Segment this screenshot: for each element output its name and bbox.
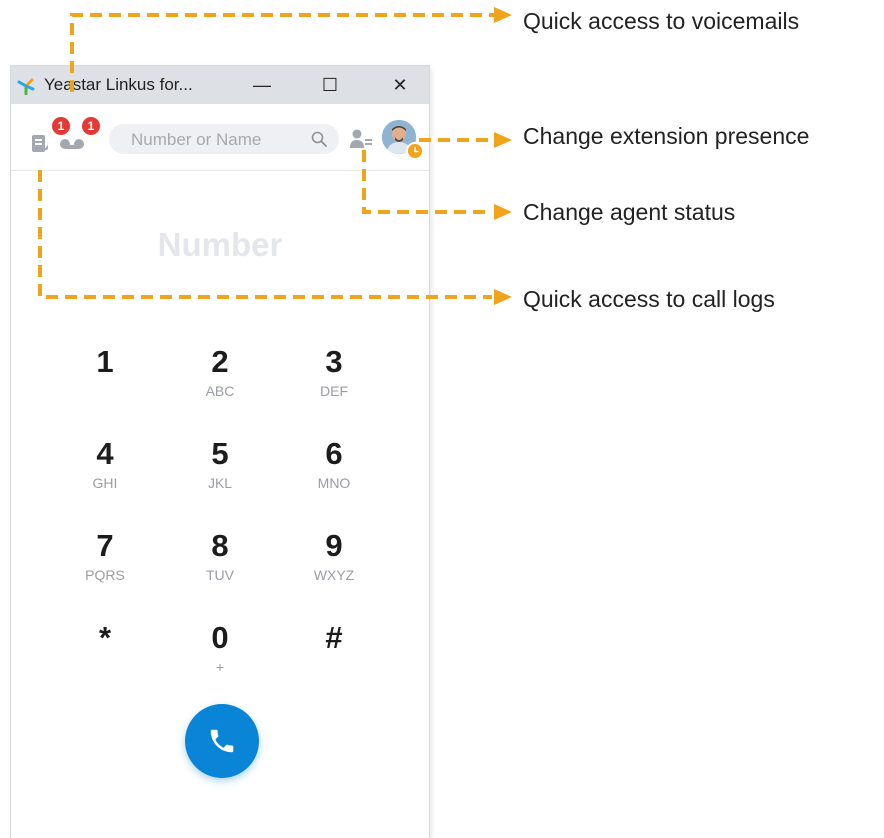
annotation-agent-status: Change agent status xyxy=(523,199,736,225)
annotation-call-logs: Quick access to call logs xyxy=(523,286,775,312)
annotation-presence: Change extension presence xyxy=(523,123,810,149)
annotation-voicemails: Quick access to voicemails xyxy=(523,8,800,34)
